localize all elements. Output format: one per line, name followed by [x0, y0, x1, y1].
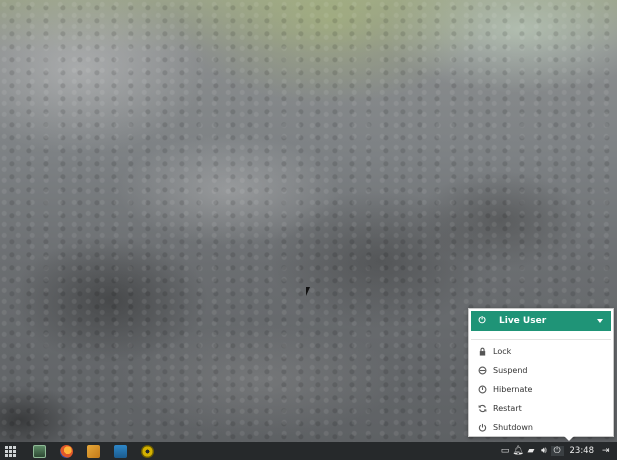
system-tray: ▭ 🔔︎ ▰ 🔊︎ ⏻ 23:48 ⇥ [499, 442, 617, 460]
menu-item-label: Hibernate [493, 385, 533, 394]
clock[interactable]: 23:48 [570, 446, 595, 456]
hibernate-menu-item[interactable]: Hibernate [471, 380, 611, 399]
suspend-menu-item[interactable]: Suspend [471, 361, 611, 380]
logout-icon[interactable]: ⇥ [602, 446, 614, 456]
hibernate-icon [471, 385, 493, 394]
notification-bell-icon[interactable]: 🔔︎ [512, 446, 525, 456]
session-actions-list: Lock Suspend Hibernate Restart Shutdown [471, 342, 611, 437]
shutdown-menu-item[interactable]: Shutdown [471, 418, 611, 437]
power-icon: ⏻ [478, 316, 486, 326]
volume-icon[interactable]: 🔊︎ [538, 446, 551, 456]
mouse-cursor [306, 287, 314, 296]
restart-icon [471, 404, 493, 413]
menu-item-label: Suspend [493, 366, 528, 375]
terminal-icon[interactable] [33, 444, 46, 458]
window-list-icon[interactable]: ▭ [499, 446, 512, 456]
menu-item-label: Lock [493, 347, 512, 356]
suspend-icon [471, 366, 493, 375]
disc-burner-icon[interactable] [141, 444, 154, 458]
app-grid-icon[interactable] [3, 443, 19, 459]
network-icon[interactable]: ▰ [525, 446, 538, 456]
taskbar-panel: ▭ 🔔︎ ▰ 🔊︎ ⏻ 23:48 ⇥ [0, 442, 617, 460]
user-name: Live User [499, 316, 547, 326]
files-icon[interactable] [87, 444, 100, 458]
restart-menu-item[interactable]: Restart [471, 399, 611, 418]
firefox-icon[interactable] [60, 444, 73, 458]
menu-item-label: Shutdown [493, 423, 533, 432]
menu-pointer-arrow [564, 436, 574, 441]
user-menu-header[interactable]: ⏻ Live User [471, 311, 611, 331]
session-menu: ⏻ Live User Lock Suspend Hibernate Resta… [468, 308, 614, 437]
lock-menu-item[interactable]: Lock [471, 342, 611, 361]
menu-divider [471, 339, 611, 340]
chevron-down-icon [597, 319, 603, 323]
power-icon[interactable]: ⏻ [550, 446, 564, 456]
shutdown-icon [471, 423, 493, 432]
lock-icon [471, 347, 493, 356]
media-player-icon[interactable] [114, 444, 127, 458]
menu-item-label: Restart [493, 404, 522, 413]
